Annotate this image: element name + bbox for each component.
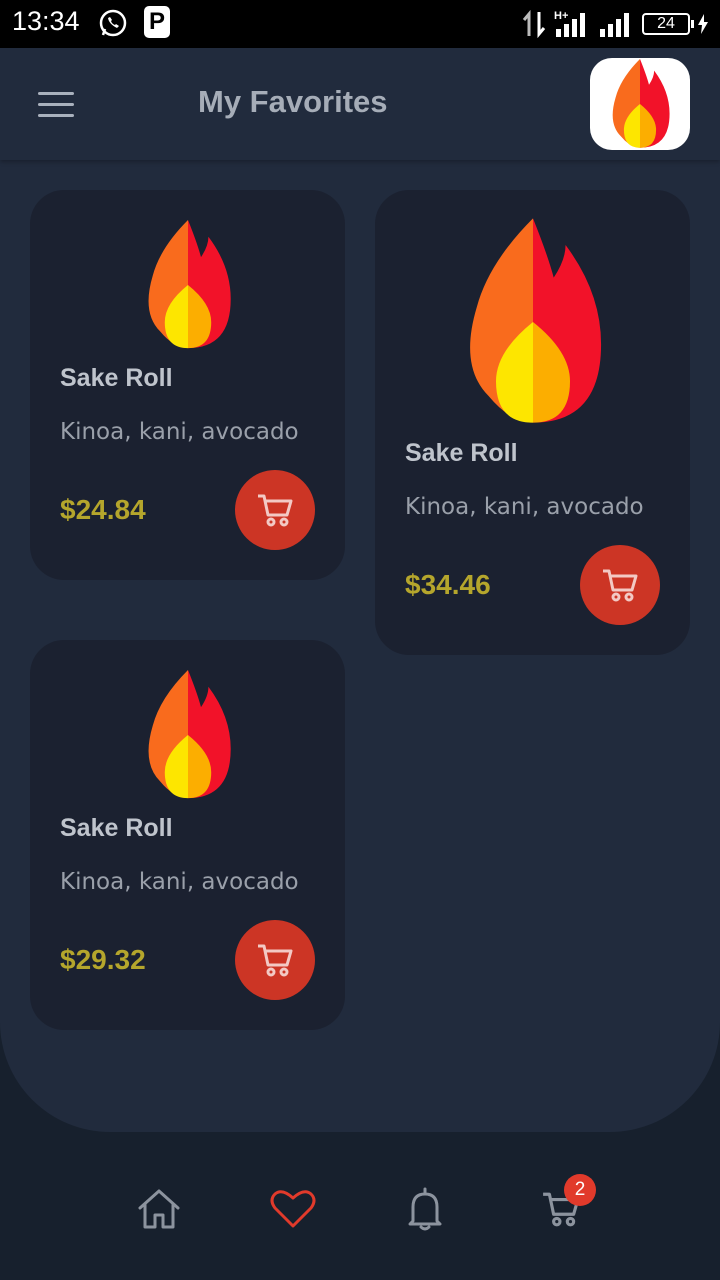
bell-icon (408, 1187, 442, 1231)
svg-text:H+: H+ (554, 10, 568, 22)
hamburger-menu-icon[interactable] (38, 92, 74, 118)
product-price: $24.84 (60, 494, 146, 525)
flame-icon (148, 220, 231, 349)
flame-logo-icon (612, 59, 670, 148)
product-description: Kinoa, kani, avocado (60, 419, 299, 445)
product-card[interactable]: Sake Roll Kinoa, kani, avocado $34.46 (375, 190, 690, 655)
app-logo[interactable] (590, 58, 690, 150)
page-title: My Favorites (198, 84, 388, 119)
product-name: Sake Roll (60, 364, 173, 392)
parking-app-icon: P (144, 6, 170, 38)
cart-icon (258, 494, 293, 527)
product-description: Kinoa, kani, avocado (60, 869, 299, 895)
heart-icon (270, 1190, 316, 1228)
product-price: $29.32 (60, 944, 146, 975)
battery-indicator: 24 (642, 13, 694, 35)
app-bar: My Favorites (0, 48, 720, 160)
status-bar: 13:34 P H+ 24 (0, 0, 720, 48)
cart-count-badge: 2 (564, 1174, 596, 1206)
nav-notifications[interactable] (400, 1184, 450, 1234)
flame-icon (148, 670, 231, 799)
product-description: Kinoa, kani, avocado (405, 494, 644, 520)
bottom-navigation: 2 (0, 1140, 720, 1280)
nav-home[interactable] (134, 1184, 184, 1234)
signal-h-plus-icon: H+ (554, 10, 585, 37)
product-card[interactable]: Sake Roll Kinoa, kani, avocado $24.84 (30, 190, 345, 580)
whatsapp-icon (99, 9, 127, 37)
add-to-cart-button[interactable] (235, 470, 315, 550)
nav-cart[interactable]: 2 (536, 1174, 596, 1234)
add-to-cart-button[interactable] (235, 920, 315, 1000)
cart-icon (603, 569, 638, 602)
add-to-cart-button[interactable] (580, 545, 660, 625)
home-icon (138, 1189, 180, 1229)
cart-icon (258, 944, 293, 977)
charging-icon (698, 14, 708, 34)
status-icons: H+ 24 (522, 8, 708, 40)
product-name: Sake Roll (405, 439, 518, 467)
product-name: Sake Roll (60, 814, 173, 842)
product-card[interactable]: Sake Roll Kinoa, kani, avocado $29.32 (30, 640, 345, 1030)
data-transfer-icon (522, 10, 546, 38)
status-time: 13:34 (12, 6, 80, 36)
flame-icon (470, 218, 602, 423)
product-price: $34.46 (405, 569, 491, 600)
nav-favorites[interactable] (268, 1184, 318, 1234)
signal-icon (600, 13, 629, 37)
